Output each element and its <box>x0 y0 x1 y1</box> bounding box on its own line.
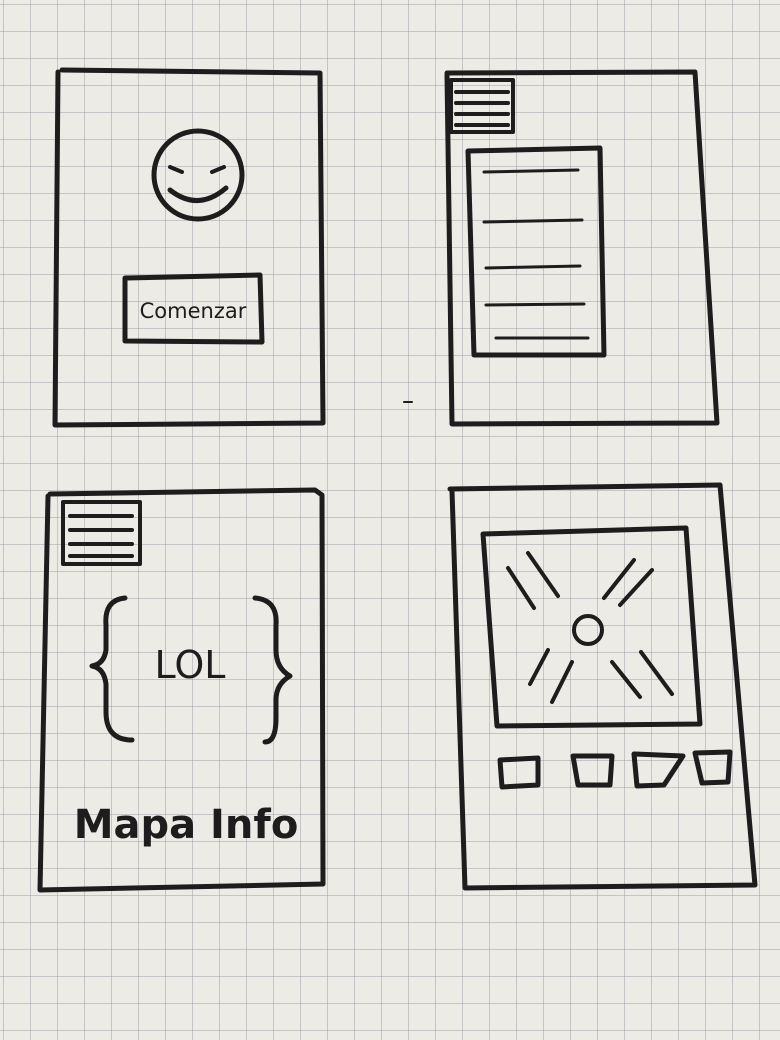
menu-list-item[interactable] <box>482 218 584 224</box>
screen-start: Comenzar <box>52 67 326 428</box>
hamburger-menu-icon[interactable] <box>449 78 515 134</box>
footer-text: Mapa Info <box>74 802 299 848</box>
phone-frame-start <box>52 67 326 428</box>
sketch-sheet: Comenzar LOL Mapa Info <box>37 67 758 893</box>
screen-map <box>447 482 758 891</box>
right-brace <box>252 595 293 745</box>
smiley-icon <box>151 128 245 222</box>
location-marker-icon <box>572 614 604 646</box>
start-button-label: Comenzar <box>140 299 247 323</box>
bottom-toolbar <box>497 749 733 790</box>
toolbar-button[interactable] <box>692 749 733 786</box>
toolbar-button[interactable] <box>631 751 686 789</box>
left-brace <box>89 595 135 743</box>
menu-list-item[interactable] <box>482 168 580 174</box>
center-text: LOL <box>155 643 226 687</box>
radiating-lines <box>506 551 674 704</box>
menu-list-item[interactable] <box>484 302 586 307</box>
menu-list-item[interactable] <box>484 264 582 270</box>
hamburger-menu-icon[interactable] <box>61 500 142 566</box>
screen-menu <box>403 69 720 427</box>
toolbar-button[interactable] <box>570 753 615 788</box>
screen-info: LOL Mapa Info <box>37 487 326 893</box>
map-view[interactable] <box>480 525 703 729</box>
start-button[interactable]: Comenzar <box>122 272 265 345</box>
menu-list-panel <box>465 145 607 358</box>
toolbar-button[interactable] <box>497 755 541 790</box>
